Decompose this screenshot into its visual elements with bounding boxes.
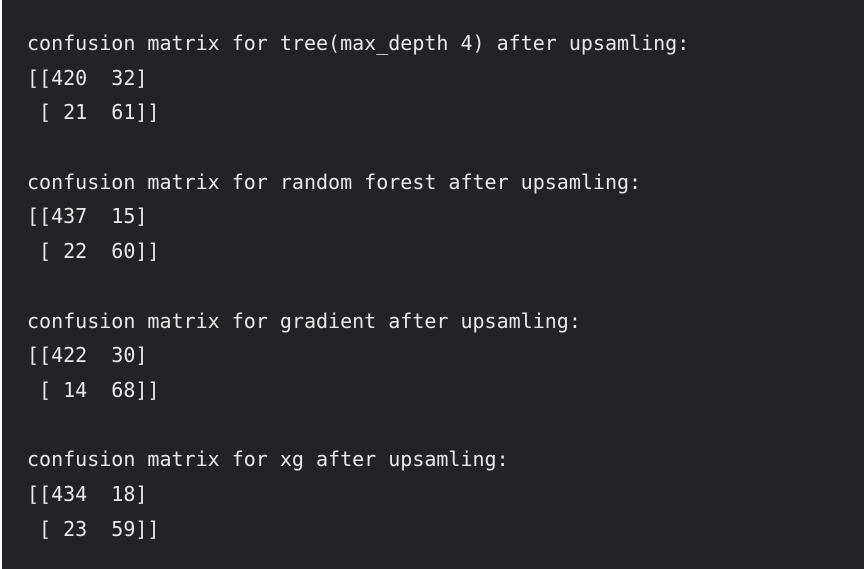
output-header: confusion matrix for tree(max_depth 4) a… (27, 31, 690, 55)
matrix-row-1: [[437 15] (27, 204, 148, 229)
output-block-gradient: confusion matrix for gradient after upsa… (27, 304, 864, 408)
output-header: confusion matrix for random forest after… (27, 169, 642, 194)
output-block-random-forest: confusion matrix for random forest after… (27, 165, 864, 269)
matrix-row-2: [ 21 61]] (27, 100, 160, 125)
output-console: confusion matrix for tree(max_depth 4) a… (2, 0, 864, 569)
matrix-row-2: [ 14 68]] (27, 377, 160, 402)
output-block-xg: confusion matrix for xg after upsamling:… (27, 442, 864, 546)
output-header: confusion matrix for gradient after upsa… (27, 308, 581, 333)
matrix-row-2: [ 22 60]] (27, 238, 160, 263)
output-block-tree: confusion matrix for tree(max_depth 4) a… (27, 26, 864, 130)
matrix-row-2: [ 23 59]] (27, 516, 160, 541)
matrix-row-1: [[434 18] (27, 481, 148, 506)
matrix-row-1: [[420 32] (27, 65, 148, 90)
matrix-row-1: [[422 30] (27, 343, 148, 368)
output-header: confusion matrix for xg after upsamling: (27, 447, 509, 472)
